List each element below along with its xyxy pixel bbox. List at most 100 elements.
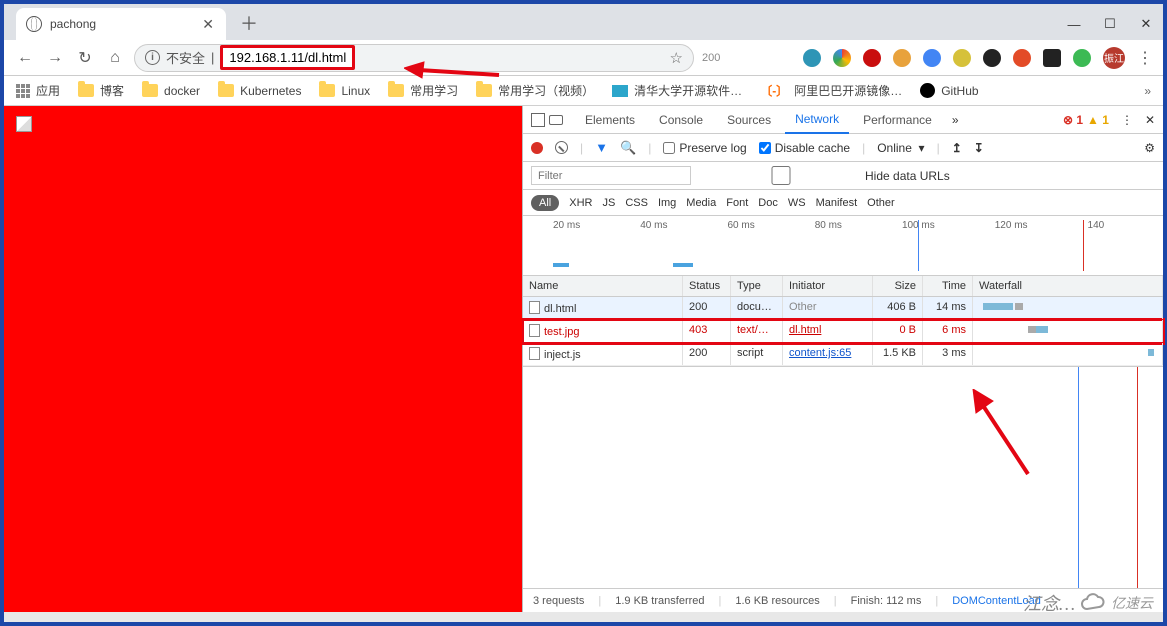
warning-count[interactable]: ▲ 1 <box>1087 113 1109 127</box>
filter-toggle-icon[interactable]: ▼ <box>595 140 608 155</box>
home-button[interactable]: ⌂ <box>104 49 126 67</box>
disable-cache-checkbox[interactable]: Disable cache <box>759 141 850 155</box>
close-tab-button[interactable]: ✕ <box>202 16 214 33</box>
upload-har-icon[interactable]: ↥ <box>952 141 962 155</box>
bookmark-folder[interactable]: 博客 <box>78 82 124 99</box>
filter-media[interactable]: Media <box>686 197 716 209</box>
filter-manifest[interactable]: Manifest <box>816 197 858 209</box>
ext-icon-8[interactable] <box>1013 49 1031 67</box>
table-row[interactable]: test.jpg 403 text/… dl.html 0 B 6 ms <box>523 320 1163 343</box>
filter-input[interactable] <box>531 166 691 185</box>
bookmark-folder[interactable]: Linux <box>319 84 370 98</box>
devtools-close-button[interactable]: ✕ <box>1145 113 1155 127</box>
browser-tab[interactable]: pachong ✕ <box>16 8 226 40</box>
settings-icon[interactable]: ⚙ <box>1144 141 1155 155</box>
more-tabs-icon[interactable]: » <box>946 113 965 127</box>
site-icon <box>612 85 628 97</box>
folder-icon <box>388 84 404 97</box>
record-button[interactable] <box>531 142 543 154</box>
col-size[interactable]: Size <box>873 276 923 296</box>
network-timeline[interactable]: 20 ms 40 ms 60 ms 80 ms 100 ms 120 ms 14… <box>523 216 1163 276</box>
filter-doc[interactable]: Doc <box>758 197 778 209</box>
clear-button[interactable] <box>555 141 568 154</box>
file-icon <box>529 301 540 314</box>
status-resources: 1.6 KB resources <box>735 595 819 607</box>
error-count[interactable]: ⊗ 1 <box>1063 113 1083 127</box>
ext-icon-3[interactable] <box>863 49 881 67</box>
extension-icons: 振江 ⋮ <box>803 47 1153 69</box>
folder-icon <box>78 84 94 97</box>
address-bar-row: ← → ↻ ⌂ i 不安全 | 192.168.1.11/dl.html ☆ 2… <box>4 40 1163 76</box>
filter-other[interactable]: Other <box>867 197 895 209</box>
col-initiator[interactable]: Initiator <box>783 276 873 296</box>
devtools-panel: Elements Console Sources Network Perform… <box>522 106 1163 612</box>
ext-icon-6[interactable] <box>953 49 971 67</box>
new-tab-button[interactable]: ＋ <box>232 6 266 40</box>
ext-icon-7[interactable] <box>983 49 1001 67</box>
back-button[interactable]: ← <box>14 49 36 67</box>
browser-tabs: pachong ✕ ＋ <box>4 4 1163 40</box>
ext-icon-1[interactable] <box>803 49 821 67</box>
apps-button[interactable]: 应用 <box>16 82 60 99</box>
col-name[interactable]: Name <box>523 276 683 296</box>
inspect-icon[interactable] <box>531 113 545 127</box>
site-icon: 〔-〕 <box>760 82 788 99</box>
bookmark-link[interactable]: GitHub <box>920 83 978 98</box>
table-row[interactable]: inject.js 200 script content.js:65 1.5 K… <box>523 343 1163 366</box>
download-har-icon[interactable]: ↧ <box>974 141 984 155</box>
maximize-button[interactable]: ☐ <box>1103 16 1117 32</box>
bookmark-folder[interactable]: docker <box>142 84 200 98</box>
filter-css[interactable]: CSS <box>625 197 648 209</box>
filter-js[interactable]: JS <box>602 197 615 209</box>
tab-network[interactable]: Network <box>785 106 849 134</box>
network-filter-row: Hide data URLs <box>523 162 1163 190</box>
ext-icon-4[interactable] <box>893 49 911 67</box>
filter-all[interactable]: All <box>531 195 559 211</box>
bookmark-star-button[interactable]: ☆ <box>670 49 683 67</box>
ext-icon-5[interactable] <box>923 49 941 67</box>
device-toggle-icon[interactable] <box>549 115 563 125</box>
tab-performance[interactable]: Performance <box>853 107 942 133</box>
security-label: 不安全 <box>166 48 205 67</box>
table-row[interactable]: dl.html 200 docu… Other 406 B 14 ms <box>523 297 1163 320</box>
annotation-arrow <box>404 60 504 90</box>
tab-sources[interactable]: Sources <box>717 107 781 133</box>
search-icon[interactable]: 🔍 <box>620 140 636 156</box>
table-header: Name Status Type Initiator Size Time Wat… <box>523 276 1163 297</box>
col-status[interactable]: Status <box>683 276 731 296</box>
filter-font[interactable]: Font <box>726 197 748 209</box>
bookmark-link[interactable]: 〔-〕阿里巴巴开源镜像… <box>760 82 902 99</box>
filter-xhr[interactable]: XHR <box>569 197 592 209</box>
ext-icon-9[interactable] <box>1043 49 1061 67</box>
folder-icon <box>142 84 158 97</box>
minimize-button[interactable]: — <box>1067 17 1081 32</box>
bookmark-folder[interactable]: Kubernetes <box>218 84 301 98</box>
bookmarks-bar: 应用 博客 docker Kubernetes Linux 常用学习 常用学习（… <box>4 76 1163 106</box>
preserve-log-checkbox[interactable]: Preserve log <box>663 141 746 155</box>
close-window-button[interactable]: ✕ <box>1139 16 1153 32</box>
forward-button[interactable]: → <box>44 49 66 67</box>
col-type[interactable]: Type <box>731 276 783 296</box>
tab-console[interactable]: Console <box>649 107 713 133</box>
annotation-arrow <box>968 389 1038 479</box>
site-info-icon[interactable]: i <box>145 50 160 65</box>
reload-button[interactable]: ↻ <box>74 48 96 68</box>
folder-icon <box>319 84 335 97</box>
github-icon <box>920 83 935 98</box>
throttling-select[interactable]: Online ▾ <box>877 141 924 155</box>
tab-elements[interactable]: Elements <box>575 107 645 133</box>
devtools-menu-icon[interactable]: ⋮ <box>1113 113 1141 127</box>
bookmark-link[interactable]: 清华大学开源软件… <box>612 82 742 99</box>
ext-icon-10[interactable] <box>1073 49 1091 67</box>
col-waterfall[interactable]: Waterfall <box>973 276 1163 296</box>
user-avatar[interactable]: 振江 <box>1103 47 1125 69</box>
bookmarks-overflow-icon[interactable]: » <box>1144 84 1151 98</box>
hide-data-urls-checkbox[interactable]: Hide data URLs <box>701 166 950 185</box>
filter-img[interactable]: Img <box>658 197 676 209</box>
col-time[interactable]: Time <box>923 276 973 296</box>
ext-icon-2[interactable] <box>833 49 851 67</box>
watermark: 江念… 亿速云 <box>1023 590 1153 616</box>
filter-ws[interactable]: WS <box>788 197 806 209</box>
kebab-menu-icon[interactable]: ⋮ <box>1137 48 1153 68</box>
tab-title: pachong <box>50 17 96 31</box>
